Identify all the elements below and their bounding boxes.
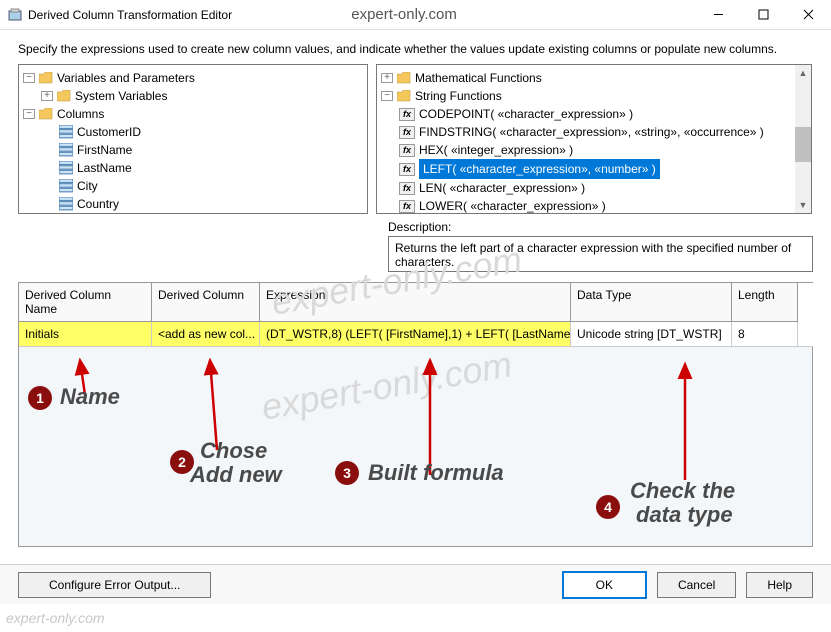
column-icon <box>59 180 73 192</box>
window-controls <box>696 0 831 30</box>
footer-watermark: expert-only.com <box>6 610 105 626</box>
column-item[interactable]: LastName <box>77 159 132 177</box>
collapse-icon[interactable]: − <box>23 73 35 83</box>
title-watermark: expert-only.com <box>112 6 696 23</box>
scrollbar[interactable]: ▲ ▼ <box>795 65 811 213</box>
description-text: Returns the left part of a character exp… <box>388 236 813 272</box>
function-item[interactable]: HEX( «integer_expression» ) <box>419 141 573 159</box>
folder-icon <box>397 72 411 84</box>
cancel-button[interactable]: Cancel <box>657 572 736 598</box>
column-item[interactable]: CustomerID <box>77 123 141 141</box>
function-icon: fx <box>399 126 415 139</box>
annotation-badge-4: 4 <box>596 495 620 519</box>
expand-icon[interactable]: + <box>41 91 53 101</box>
header-length[interactable]: Length <box>732 283 798 322</box>
help-button[interactable]: Help <box>746 572 813 598</box>
function-item[interactable]: CODEPOINT( «character_expression» ) <box>419 105 633 123</box>
function-icon: fx <box>399 144 415 157</box>
function-item[interactable]: LOWER( «character_expression» ) <box>419 197 606 214</box>
column-icon <box>59 162 73 174</box>
function-icon: fx <box>399 200 415 213</box>
scroll-down-icon[interactable]: ▼ <box>795 197 811 213</box>
annotation-badge-3: 3 <box>335 461 359 485</box>
scroll-thumb[interactable] <box>795 127 811 162</box>
function-icon: fx <box>399 182 415 195</box>
ok-button[interactable]: OK <box>562 571 647 599</box>
editor-description: Specify the expressions used to create n… <box>0 30 831 64</box>
column-item[interactable]: FirstName <box>77 141 132 159</box>
function-icon: fx <box>399 108 415 121</box>
function-icon: fx <box>399 163 415 176</box>
collapse-icon[interactable]: − <box>23 109 35 119</box>
column-icon <box>59 198 73 210</box>
cell-name[interactable]: Initials <box>19 322 152 346</box>
cell-derived-col[interactable]: <add as new col... <box>152 322 260 346</box>
variables-columns-tree[interactable]: − Variables and Parameters + System Vari… <box>18 64 368 214</box>
folder-icon <box>39 108 53 120</box>
collapse-icon[interactable]: − <box>381 91 393 101</box>
folder-icon <box>57 90 71 102</box>
tree-node-columns[interactable]: Columns <box>57 105 104 123</box>
annotation-text-3: Built formula <box>368 460 504 486</box>
maximize-button[interactable] <box>741 0 786 30</box>
function-item[interactable]: FINDSTRING( «character_expression», «str… <box>419 123 764 141</box>
functions-tree[interactable]: + Mathematical Functions − String Functi… <box>376 64 812 214</box>
close-button[interactable] <box>786 0 831 30</box>
header-datatype[interactable]: Data Type <box>571 283 732 322</box>
titlebar: Derived Column Transformation Editor exp… <box>0 0 831 30</box>
grid-row[interactable]: Initials <add as new col... (DT_WSTR,8) … <box>19 322 813 347</box>
annotation-text-2b: Add new <box>190 462 282 488</box>
expand-icon[interactable]: + <box>381 73 393 83</box>
annotation-text-4b: data type <box>636 502 733 528</box>
tree-node-string[interactable]: String Functions <box>415 87 502 105</box>
header-name[interactable]: Derived Column Name <box>19 283 152 322</box>
configure-error-output-button[interactable]: Configure Error Output... <box>18 572 211 598</box>
column-item[interactable]: Country <box>77 195 119 213</box>
annotation-text-4a: Check the <box>630 478 735 504</box>
app-icon <box>8 8 22 22</box>
annotation-badge-1: 1 <box>28 386 52 410</box>
column-item[interactable]: City <box>77 177 98 195</box>
description-label: Description: <box>388 220 813 234</box>
column-icon <box>59 144 73 156</box>
folder-icon <box>397 90 411 102</box>
scroll-up-icon[interactable]: ▲ <box>795 65 811 81</box>
header-expression[interactable]: Expression <box>260 283 571 322</box>
folder-icon <box>39 72 53 84</box>
header-derived-col[interactable]: Derived Column <box>152 283 260 322</box>
annotation-text-1: Name <box>60 384 120 410</box>
function-item-selected[interactable]: LEFT( «character_expression», «number» ) <box>419 159 660 179</box>
cell-length[interactable]: 8 <box>732 322 798 346</box>
description-group: Description: Returns the left part of a … <box>388 220 813 272</box>
grid-header: Derived Column Name Derived Column Expre… <box>19 283 813 322</box>
column-icon <box>59 126 73 138</box>
annotation-text-2a: Chose <box>200 438 267 464</box>
tree-node-math[interactable]: Mathematical Functions <box>415 69 542 87</box>
tree-node-sysvars[interactable]: System Variables <box>75 87 167 105</box>
bottom-bar: Configure Error Output... OK Cancel Help <box>0 564 831 604</box>
tree-node-variables[interactable]: Variables and Parameters <box>57 69 195 87</box>
cell-expression[interactable]: (DT_WSTR,8) (LEFT( [FirstName],1) + LEFT… <box>260 322 571 346</box>
cell-datatype[interactable]: Unicode string [DT_WSTR] <box>571 322 732 346</box>
function-item[interactable]: LEN( «character_expression» ) <box>419 179 585 197</box>
minimize-button[interactable] <box>696 0 741 30</box>
